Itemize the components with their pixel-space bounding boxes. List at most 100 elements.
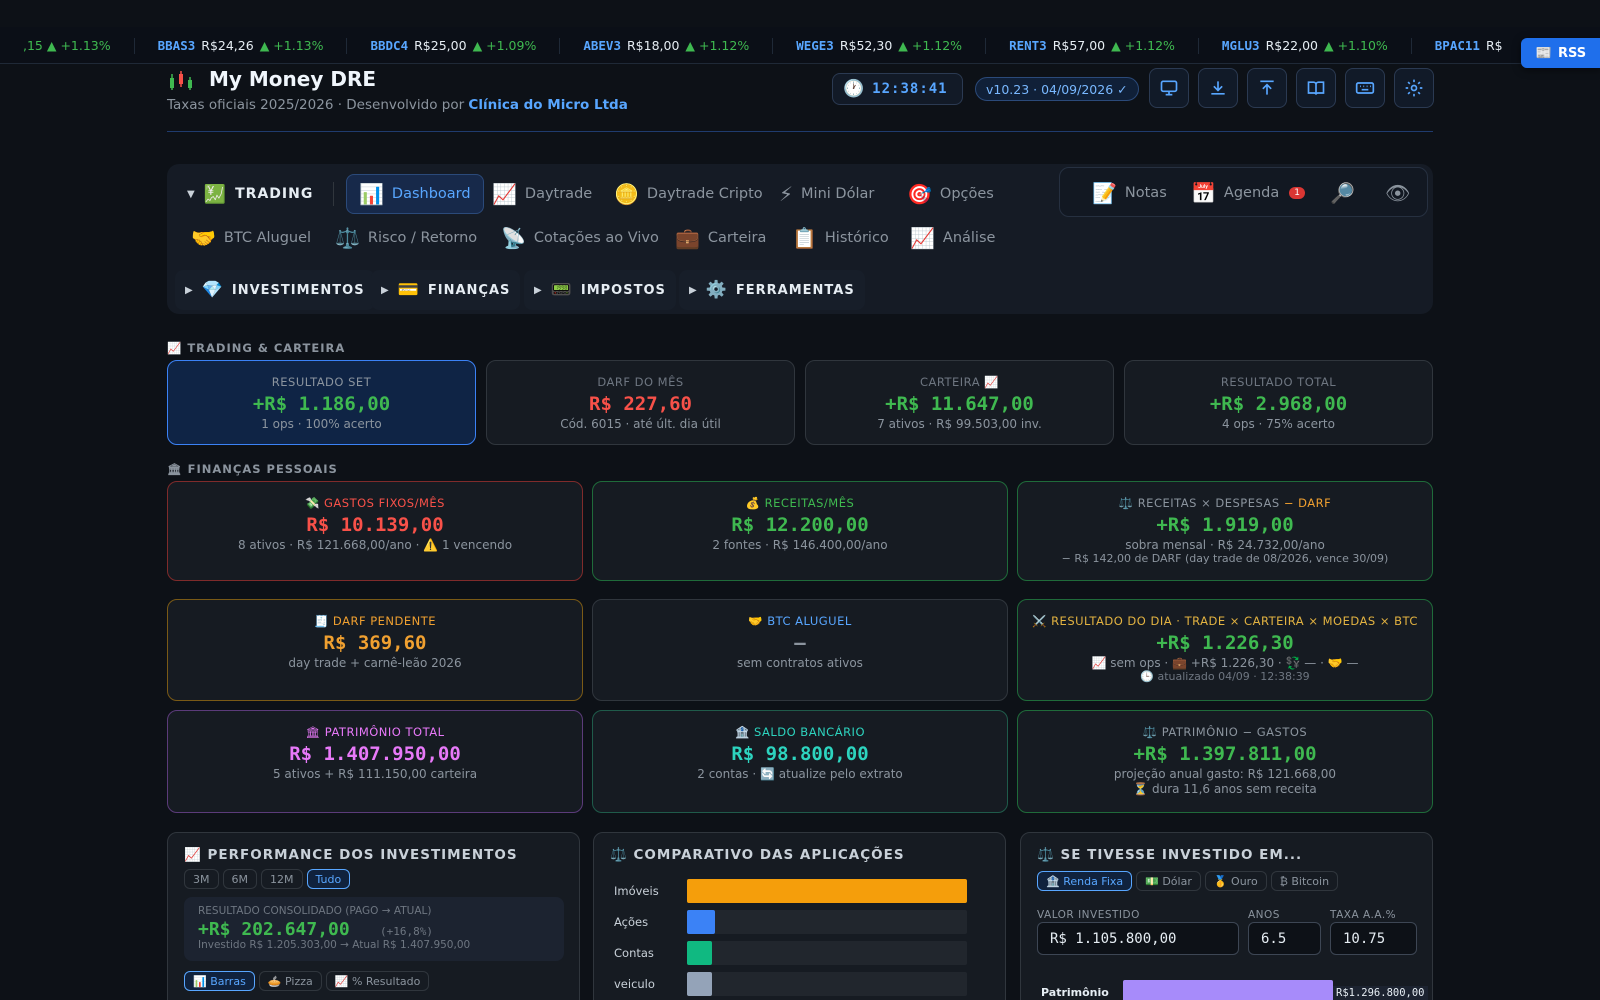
card-value: R$ 10.139,00 bbox=[306, 514, 444, 536]
nav-daytrade[interactable]: 📈 Daytrade bbox=[492, 178, 592, 210]
group-investimentos[interactable]: ▶ 💎 INVESTIMENTOS bbox=[175, 270, 375, 310]
bar[interactable] bbox=[687, 910, 715, 934]
card-btc-aluguel[interactable]: 🤝 BTC ALUGUEL — sem contratos ativos bbox=[592, 599, 1008, 701]
card-gastos-fixos[interactable]: 💸 GASTOS FIXOS/MÊS R$ 10.139,00 8 ativos… bbox=[167, 481, 583, 581]
panel-title: ⚖️ COMPARATIVO DAS APLICAÇÕES bbox=[610, 847, 905, 863]
shortcuts-button[interactable] bbox=[1345, 68, 1385, 108]
group-label: IMPOSTOS bbox=[580, 282, 666, 298]
nav-risco-retorno[interactable]: ⚖️ Risco / Retorno bbox=[335, 222, 477, 254]
nav-mini-dolar[interactable]: ⚡ Mini Dólar bbox=[779, 178, 874, 210]
search-button[interactable]: 🔎 bbox=[1330, 177, 1355, 209]
stock-ticker: ,15 ▲ +1.13% BBAS3 R$24,26 ▲ +1.13% BBDC4 R$2… bbox=[0, 27, 1600, 64]
tools-bar: 📝 Notas 📅 Agenda 1 🔎 👁 bbox=[1059, 167, 1428, 217]
card-label: ⚔️ RESULTADO DO DIA · TRADE × CARTEIRA ×… bbox=[1032, 614, 1418, 628]
nav-label: Dashboard bbox=[391, 186, 471, 202]
nav-label: Daytrade bbox=[524, 186, 593, 202]
option-ouro[interactable]: 🥇 Ouro bbox=[1204, 871, 1267, 891]
range-6m[interactable]: 6M bbox=[222, 869, 257, 889]
range-12m[interactable]: 12M bbox=[261, 869, 303, 889]
ticker-item[interactable]: BBAS3 R$24,26 ▲ +1.13% bbox=[135, 37, 348, 54]
coin-icon: 🪙 bbox=[614, 182, 639, 206]
card-resultado-set[interactable]: RESULTADO SET +R$ 1.186,00 1 ops · 100% … bbox=[167, 360, 476, 445]
chart-up-icon: 📈 bbox=[492, 182, 517, 206]
card-patrimonio-gastos[interactable]: ⚖️ PATRIMÔNIO − GASTOS +R$ 1.397.811,00 … bbox=[1017, 710, 1433, 813]
version-badge[interactable]: v10.23 · 04/09/2026 ✓ bbox=[975, 77, 1139, 101]
card-label: ⚖️ RECEITAS × DESPESAS bbox=[1118, 496, 1280, 510]
option-bitcoin[interactable]: ₿ Bitcoin bbox=[1270, 871, 1339, 891]
nav-cotacoes[interactable]: 📡 Cotações ao Vivo bbox=[501, 222, 659, 254]
card-carteira[interactable]: CARTEIRA 📈 +R$ 11.647,00 7 ativos · R$ 9… bbox=[805, 360, 1114, 445]
agenda-button[interactable]: 📅 Agenda 1 bbox=[1191, 177, 1305, 209]
nav-daytrade-cripto[interactable]: 🪙 Daytrade Cripto bbox=[614, 178, 763, 210]
nav-opcoes[interactable]: 🎯 Opções bbox=[907, 178, 994, 210]
nav-btc-aluguel[interactable]: 🤝 BTC Aluguel bbox=[191, 222, 311, 254]
card-label: 💰 RECEITAS/MÊS bbox=[745, 496, 855, 510]
card-receitas-despesas[interactable]: ⚖️ RECEITAS × DESPESAS − DARF +R$ 1.919,… bbox=[1017, 481, 1433, 581]
view-percent[interactable]: 📈 % Resultado bbox=[325, 971, 430, 991]
rss-button[interactable]: 📰 RSS bbox=[1521, 38, 1600, 68]
option-dolar[interactable]: 💵 Dólar bbox=[1136, 871, 1201, 891]
ticker-item[interactable]: BPAC11 R$ bbox=[1412, 37, 1533, 54]
manual-button[interactable] bbox=[1296, 68, 1336, 108]
asset-selector: 🏦 Renda Fixa 💵 Dólar 🥇 Ouro ₿ Bitcoin bbox=[1037, 871, 1342, 891]
patrimonio-bar bbox=[1123, 980, 1333, 1000]
monitor-button[interactable] bbox=[1149, 68, 1189, 108]
ticker-item[interactable]: WEGE3 R$52,30 ▲ +1.12% bbox=[773, 37, 987, 54]
nav-dashboard[interactable]: 📊 Dashboard bbox=[346, 174, 484, 214]
group-ferramentas[interactable]: ▶ ⚙️ FERRAMENTAS bbox=[679, 270, 865, 310]
card-resultado-total[interactable]: RESULTADO TOTAL +R$ 2.968,00 4 ops · 75%… bbox=[1124, 360, 1433, 445]
company-link[interactable]: Clínica do Micro Ltda bbox=[468, 97, 627, 113]
bar[interactable] bbox=[687, 941, 712, 965]
download-button[interactable] bbox=[1198, 68, 1238, 108]
ticker-item[interactable]: BBDC4 R$25,00 ▲ +1.09% bbox=[347, 37, 561, 54]
nav-analise[interactable]: 📈 Análise bbox=[910, 222, 995, 254]
amount-label: VALOR INVESTIDO bbox=[1037, 909, 1140, 921]
clock-time: 12:38:41 bbox=[872, 81, 948, 97]
card-receitas[interactable]: 💰 RECEITAS/MÊS R$ 12.200,00 2 fontes · R… bbox=[592, 481, 1008, 581]
ticker-item[interactable]: MGLU3 R$22,00 ▲ +1.10% bbox=[1199, 37, 1412, 54]
range-all[interactable]: Tudo bbox=[306, 869, 351, 889]
ticker-price: R$24,26 bbox=[201, 38, 254, 53]
rss-label: RSS bbox=[1558, 45, 1587, 61]
card-value: +R$ 1.226,30 bbox=[1156, 632, 1294, 654]
nav-label: Opções bbox=[939, 186, 994, 202]
card-sub: 2 fontes · R$ 146.400,00/ano bbox=[712, 538, 888, 552]
bar[interactable] bbox=[687, 879, 967, 903]
bar[interactable] bbox=[687, 972, 712, 996]
group-impostos[interactable]: ▶ 📟 IMPOSTOS bbox=[524, 270, 676, 310]
view-pie[interactable]: 🥧 Pizza bbox=[258, 971, 322, 991]
view-selector: 📊 Barras 🥧 Pizza 📈 % Resultado bbox=[184, 971, 433, 991]
notes-button[interactable]: 📝 Notas bbox=[1092, 177, 1167, 209]
ticker-item[interactable]: ,15 ▲ +1.13% bbox=[0, 37, 135, 54]
years-input[interactable]: 6.5 bbox=[1248, 922, 1321, 955]
settings-button[interactable] bbox=[1394, 68, 1434, 108]
card-value: R$ 227,60 bbox=[589, 393, 692, 415]
performance-panel: 📈 PERFORMANCE DOS INVESTIMENTOS 3M 6M 12M T… bbox=[167, 832, 580, 1000]
rate-input[interactable]: 10.75 bbox=[1330, 922, 1417, 955]
chevron-right-icon: ▶ bbox=[381, 284, 390, 296]
ticker-item[interactable]: RENT3 R$57,00 ▲ +1.12% bbox=[986, 37, 1199, 54]
years-label: ANOS bbox=[1248, 909, 1280, 921]
group-financas[interactable]: ▶ 💳 FINANÇAS bbox=[371, 270, 521, 310]
amount-input[interactable]: R$ 1.105.800,00 bbox=[1037, 922, 1239, 955]
card-patrimonio-total[interactable]: 🏛 PATRIMÔNIO TOTAL R$ 1.407.950,00 5 ati… bbox=[167, 710, 583, 813]
trading-group-toggle[interactable]: ▼ 💹 TRADING bbox=[177, 174, 323, 214]
nav-historico[interactable]: 📋 Histórico bbox=[792, 222, 889, 254]
clipboard-icon: 📋 bbox=[792, 226, 817, 250]
range-3m[interactable]: 3M bbox=[184, 869, 219, 889]
option-renda-fixa[interactable]: 🏦 Renda Fixa bbox=[1037, 871, 1133, 891]
agenda-label: Agenda bbox=[1223, 185, 1280, 201]
nav-carteira[interactable]: 💼 Carteira bbox=[675, 222, 766, 254]
card-resultado-dia[interactable]: ⚔️ RESULTADO DO DIA · TRADE × CARTEIRA ×… bbox=[1017, 599, 1433, 701]
privacy-toggle[interactable]: 👁 bbox=[1385, 177, 1410, 209]
group-label: FINANÇAS bbox=[427, 282, 511, 298]
ticker-track: ,15 ▲ +1.13% BBAS3 R$24,26 ▲ +1.13% BBDC4 R$2… bbox=[0, 27, 1533, 63]
card-darf-mes[interactable]: DARF DO MÊS R$ 227,60 Cód. 6015 · até úl… bbox=[486, 360, 795, 445]
bar-category-label: veiculo bbox=[614, 977, 655, 991]
view-bars[interactable]: 📊 Barras bbox=[184, 971, 255, 991]
card-saldo-bancario[interactable]: 🏦 SALDO BANCÁRIO R$ 98.800,00 2 contas ·… bbox=[592, 710, 1008, 813]
ticker-change: ,15 ▲ +1.13% bbox=[23, 38, 111, 53]
card-darf-pendente[interactable]: 🧾 DARF PENDENTE R$ 369,60 day trade + ca… bbox=[167, 599, 583, 701]
ticker-item[interactable]: ABEV3 R$18,00 ▲ +1.12% bbox=[560, 37, 774, 54]
upload-button[interactable] bbox=[1247, 68, 1287, 108]
